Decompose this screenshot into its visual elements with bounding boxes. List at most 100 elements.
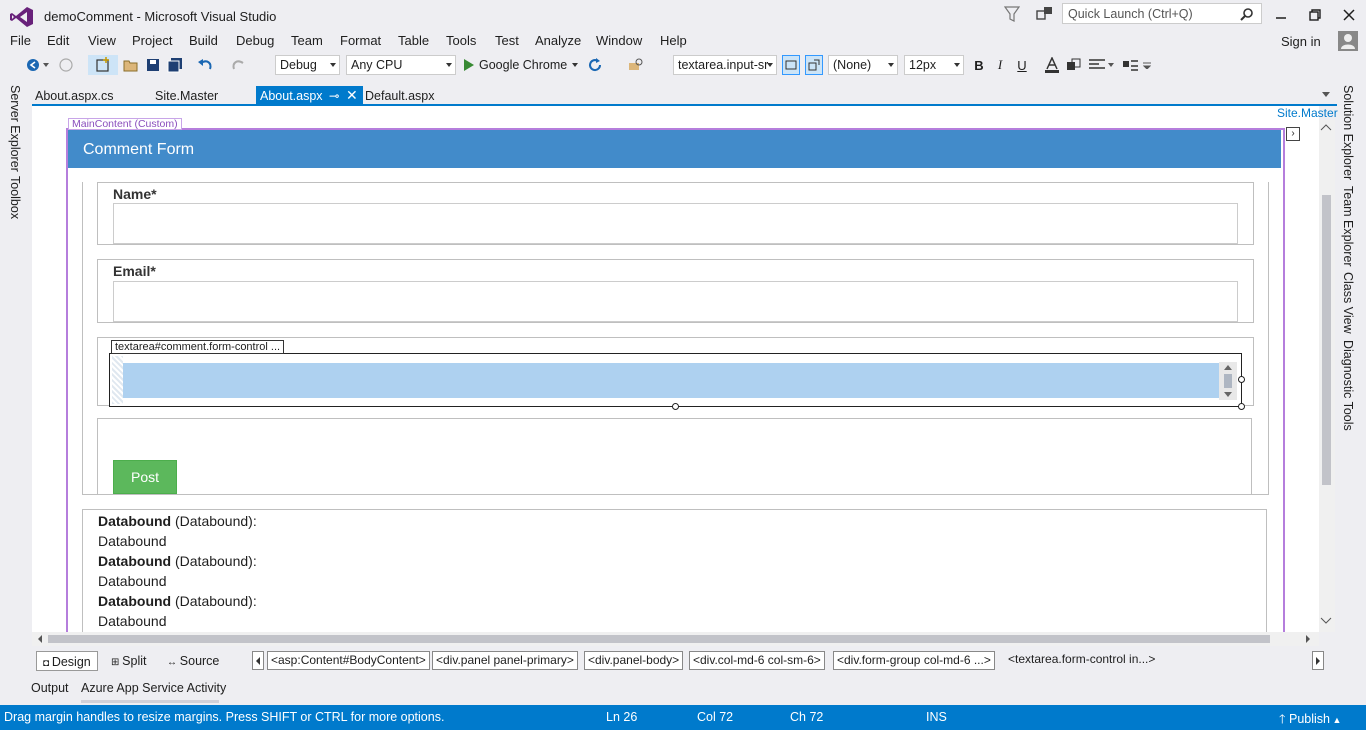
horizontal-scrollbar[interactable]: [32, 632, 1319, 646]
vertical-scrollbar[interactable]: [1319, 120, 1335, 632]
solution-platform-select[interactable]: Any CPU: [346, 55, 456, 75]
italic-button[interactable]: I: [991, 55, 1009, 75]
breadcrumb-panel[interactable]: <div.panel panel-primary>: [432, 651, 578, 670]
toolbox-tab[interactable]: Toolbox: [8, 176, 22, 219]
split-view-button[interactable]: ⊞ Split: [105, 651, 153, 671]
content-region-label[interactable]: MainContent (Custom): [68, 118, 182, 130]
scroll-down-icon[interactable]: [1320, 617, 1332, 625]
panel-heading[interactable]: [68, 130, 1281, 168]
redo-icon[interactable]: [230, 55, 248, 75]
comment-textarea[interactable]: [123, 363, 1221, 398]
breadcrumb-panel-body[interactable]: <div.panel-body>: [584, 651, 684, 670]
textarea-tag-label[interactable]: textarea#comment.form-control ...: [111, 340, 285, 354]
browser-link-icon[interactable]: [627, 55, 645, 75]
email-input[interactable]: [113, 281, 1238, 322]
tab-site-master[interactable]: Site.Master: [151, 86, 246, 106]
breadcrumb-textarea[interactable]: <textarea.form-control in...>: [1005, 651, 1158, 670]
name-input[interactable]: [113, 203, 1238, 244]
background-color-icon[interactable]: [1065, 55, 1083, 75]
underline-button[interactable]: U: [1013, 55, 1031, 75]
tab-default-aspx[interactable]: Default.aspx: [361, 86, 451, 106]
breadcrumb-content[interactable]: <asp:Content#BodyContent>: [267, 651, 430, 670]
account-icon[interactable]: [1338, 31, 1358, 51]
breadcrumb-back-icon[interactable]: [252, 651, 264, 670]
bold-button[interactable]: B: [970, 55, 988, 75]
resize-handle-corner[interactable]: [1238, 403, 1245, 410]
databound-list[interactable]: [82, 509, 1267, 639]
resize-handle-right[interactable]: [1238, 376, 1245, 383]
smart-tag-icon[interactable]: ›: [1286, 127, 1300, 141]
class-view-tab[interactable]: Class View: [1341, 272, 1355, 334]
post-button[interactable]: Post: [113, 460, 177, 494]
feedback-icon[interactable]: [1036, 5, 1054, 23]
show-borders-icon[interactable]: [782, 55, 800, 75]
absolute-position-icon[interactable]: [805, 55, 823, 75]
menu-test[interactable]: Test: [495, 33, 519, 48]
notification-filter-icon[interactable]: [1004, 5, 1020, 23]
publish-button[interactable]: 🡑 Publish ▲: [1279, 710, 1341, 730]
toolbar-options-icon[interactable]: [1142, 55, 1152, 75]
align-icon[interactable]: [1088, 55, 1106, 75]
menu-edit[interactable]: Edit: [47, 33, 69, 48]
solution-explorer-tab[interactable]: Solution Explorer: [1341, 85, 1355, 180]
menu-file[interactable]: File: [10, 33, 31, 48]
tab-about-aspx[interactable]: About.aspx ⊸ ✕: [256, 86, 363, 106]
start-debugging-button[interactable]: Google Chrome: [464, 55, 579, 75]
scroll-left-icon[interactable]: [36, 634, 44, 644]
team-explorer-tab[interactable]: Team Explorer: [1341, 186, 1355, 267]
forward-icon[interactable]: [57, 55, 75, 75]
source-view-button[interactable]: ↔ Source: [161, 651, 225, 671]
server-explorer-tab[interactable]: Server Explorer: [8, 85, 22, 172]
output-tab[interactable]: Output: [31, 681, 69, 695]
quick-launch-input[interactable]: [1063, 6, 1238, 21]
new-project-icon[interactable]: [88, 55, 118, 75]
foreground-color-icon[interactable]: [1043, 55, 1061, 75]
master-page-link[interactable]: Site.Master: [1277, 106, 1338, 120]
restore-button[interactable]: [1298, 4, 1332, 26]
sign-in-link[interactable]: Sign in: [1281, 34, 1321, 49]
menu-team[interactable]: Team: [291, 33, 323, 48]
breadcrumb-col[interactable]: <div.col-md-6 col-sm-6>: [689, 651, 825, 670]
scroll-up-icon[interactable]: [1320, 123, 1332, 131]
back-dropdown-icon[interactable]: [42, 55, 50, 75]
breadcrumb-form-group[interactable]: <div.form-group col-md-6 ...>: [833, 651, 995, 670]
menu-analyze[interactable]: Analyze: [535, 33, 581, 48]
search-icon[interactable]: [1238, 5, 1256, 23]
close-button[interactable]: [1332, 4, 1366, 26]
tab-about-aspx-cs[interactable]: About.aspx.cs: [31, 86, 143, 106]
undo-icon[interactable]: [196, 55, 214, 75]
quick-launch-box[interactable]: [1062, 3, 1262, 24]
minimize-button[interactable]: [1264, 4, 1298, 26]
scroll-right-icon[interactable]: [1304, 634, 1312, 644]
menu-window[interactable]: Window: [596, 33, 642, 48]
open-file-icon[interactable]: [122, 55, 140, 75]
menu-table[interactable]: Table: [398, 33, 429, 48]
menu-project[interactable]: Project: [132, 33, 172, 48]
align-dropdown-icon[interactable]: [1106, 55, 1116, 75]
textarea-scrollbar[interactable]: [1219, 362, 1237, 400]
save-icon[interactable]: [144, 55, 162, 75]
menu-help[interactable]: Help: [660, 33, 687, 48]
font-size-select[interactable]: 12px: [904, 55, 964, 75]
horizontal-scroll-thumb[interactable]: [48, 635, 1270, 643]
close-tab-icon[interactable]: ✕: [346, 85, 358, 105]
menu-view[interactable]: View: [88, 33, 116, 48]
save-all-icon[interactable]: [166, 55, 184, 75]
menu-debug[interactable]: Debug: [236, 33, 274, 48]
style-select[interactable]: (None): [828, 55, 898, 75]
menu-tools[interactable]: Tools: [446, 33, 476, 48]
resize-handle-bottom[interactable]: [672, 403, 679, 410]
tab-list-dropdown-icon[interactable]: [1322, 92, 1330, 97]
pin-icon[interactable]: ⊸: [329, 86, 339, 106]
menu-build[interactable]: Build: [189, 33, 218, 48]
breadcrumb-forward-icon[interactable]: [1312, 651, 1324, 670]
menu-format[interactable]: Format: [340, 33, 381, 48]
design-view-button[interactable]: ◘ Design: [36, 651, 98, 671]
diagnostic-tools-tab[interactable]: Diagnostic Tools: [1341, 340, 1355, 431]
vertical-scroll-thumb[interactable]: [1322, 195, 1331, 485]
solution-configuration-select[interactable]: Debug: [275, 55, 340, 75]
refresh-icon[interactable]: [586, 55, 604, 75]
target-element-select[interactable]: textarea.input-sr: [673, 55, 777, 75]
back-icon[interactable]: [24, 55, 42, 75]
bullets-icon[interactable]: [1122, 55, 1140, 75]
